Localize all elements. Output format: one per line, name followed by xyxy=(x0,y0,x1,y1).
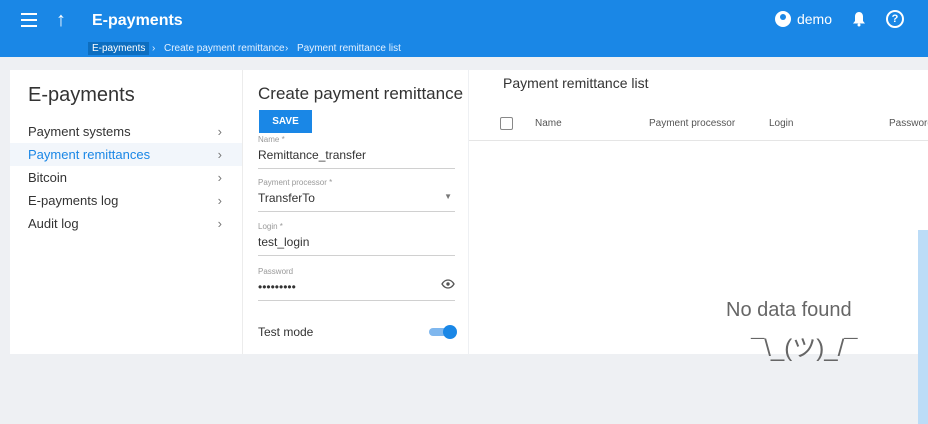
field-value: test_login xyxy=(258,235,310,249)
column-header-password[interactable]: Password xyxy=(889,118,928,129)
user-icon xyxy=(774,11,791,27)
sidebar-item-payment-remittances[interactable]: Payment remittances › xyxy=(10,143,242,166)
field-label: Login * xyxy=(258,222,283,231)
chevron-right-icon: › xyxy=(217,124,222,139)
remittance-list-panel: Payment remittance list Name Payment pro… xyxy=(469,70,928,424)
sidebar-item-bitcoin[interactable]: Bitcoin › xyxy=(10,166,242,189)
payment-processor-select[interactable]: Payment processor * TransferTo ▼ xyxy=(258,178,455,212)
breadcrumb-payment-remittance-list[interactable]: Payment remittance list xyxy=(297,43,401,54)
up-arrow-icon[interactable]: ↑ xyxy=(56,8,66,32)
chevron-right-icon: › xyxy=(217,170,222,185)
breadcrumb-epayments[interactable]: E-payments xyxy=(88,42,150,55)
chevron-right-icon: › xyxy=(217,216,222,231)
create-remittance-panel: Create payment remittance SAVE Name * Re… xyxy=(243,70,468,354)
user-menu[interactable]: demo xyxy=(774,11,832,27)
list-title: Payment remittance list xyxy=(503,75,649,91)
bell-icon[interactable] xyxy=(850,10,868,28)
empty-state-message: No data found xyxy=(726,299,852,321)
sidebar-item-label: Audit log xyxy=(28,216,79,231)
select-all-checkbox[interactable] xyxy=(500,117,513,130)
column-header-payment-processor[interactable]: Payment processor xyxy=(649,118,735,129)
name-field[interactable]: Name * Remittance_transfer xyxy=(258,135,455,169)
test-mode-toggle[interactable] xyxy=(429,325,457,339)
field-value: ••••••••• xyxy=(258,280,296,294)
test-mode-row: Test mode xyxy=(258,325,457,339)
test-mode-label: Test mode xyxy=(258,325,314,339)
breadcrumb-separator: › xyxy=(152,43,156,54)
column-header-name[interactable]: Name xyxy=(535,118,562,129)
sidebar-item-payment-systems[interactable]: Payment systems › xyxy=(10,120,242,143)
sidebar-nav: Payment systems › Payment remittances › Bi… xyxy=(10,120,242,235)
side-panel-handle[interactable] xyxy=(918,230,928,424)
chevron-right-icon: › xyxy=(217,147,222,162)
column-header-login[interactable]: Login xyxy=(769,118,793,129)
field-value: TransferTo xyxy=(258,191,315,205)
toggle-knob xyxy=(443,325,457,339)
breadcrumb-separator: › xyxy=(285,43,289,54)
app-title: E-payments xyxy=(92,12,183,29)
sidebar-item-label: Payment systems xyxy=(28,124,131,139)
hamburger-menu-icon[interactable] xyxy=(21,13,37,27)
table-header: Name Payment processor Login Password xyxy=(469,107,928,141)
sidebar-title: E-payments xyxy=(28,84,135,106)
field-value: Remittance_transfer xyxy=(258,148,367,162)
top-app-bar: ↑ E-payments demo ? xyxy=(0,0,928,40)
breadcrumb-create-payment-remittance[interactable]: Create payment remittance xyxy=(164,43,285,54)
breadcrumb: E-payments › Create payment remittance ›… xyxy=(0,40,928,57)
form-title: Create payment remittance xyxy=(258,84,464,103)
sidebar-item-label: Bitcoin xyxy=(28,170,68,185)
sidebar-item-audit-log[interactable]: Audit log › xyxy=(10,212,242,235)
field-label: Name * xyxy=(258,135,285,144)
chevron-right-icon: › xyxy=(217,193,222,208)
help-icon[interactable]: ? xyxy=(886,10,904,28)
username: demo xyxy=(796,11,832,27)
field-label: Payment processor * xyxy=(258,178,333,187)
password-field[interactable]: Password ••••••••• xyxy=(258,267,455,301)
sidebar-item-epayments-log[interactable]: E-payments log › xyxy=(10,189,242,212)
chevron-down-icon[interactable]: ▼ xyxy=(444,192,452,201)
sidebar: E-payments Payment systems › Payment remi… xyxy=(10,70,243,354)
save-button[interactable]: SAVE xyxy=(259,110,312,133)
sidebar-item-label: E-payments log xyxy=(28,193,119,208)
eye-icon[interactable] xyxy=(441,276,455,294)
sidebar-item-label: Payment remittances xyxy=(28,147,151,162)
field-label: Password xyxy=(258,267,294,276)
empty-state-shrug: ¯\_(ツ)_/¯ xyxy=(751,335,858,362)
login-field[interactable]: Login * test_login xyxy=(258,222,455,256)
header-actions: demo ? xyxy=(774,10,904,28)
